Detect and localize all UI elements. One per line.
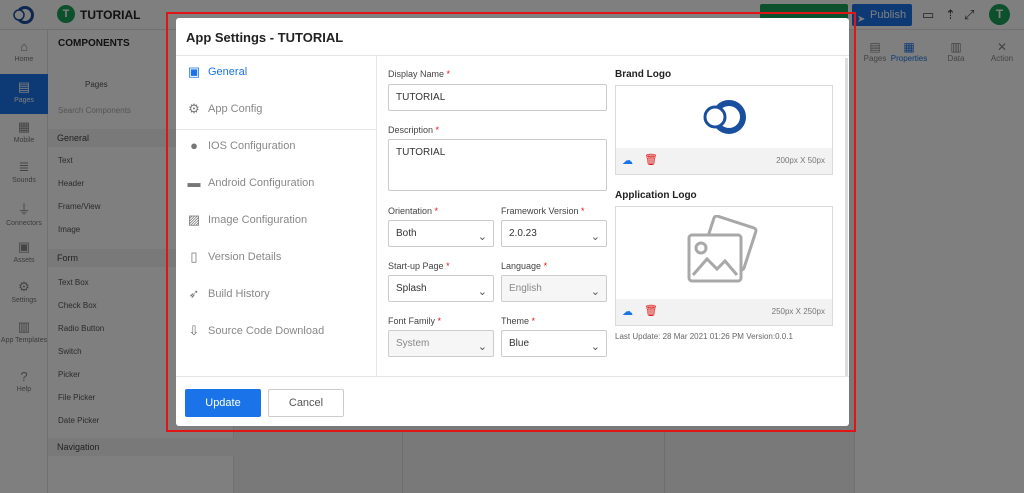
- highlight-frame: [166, 12, 856, 432]
